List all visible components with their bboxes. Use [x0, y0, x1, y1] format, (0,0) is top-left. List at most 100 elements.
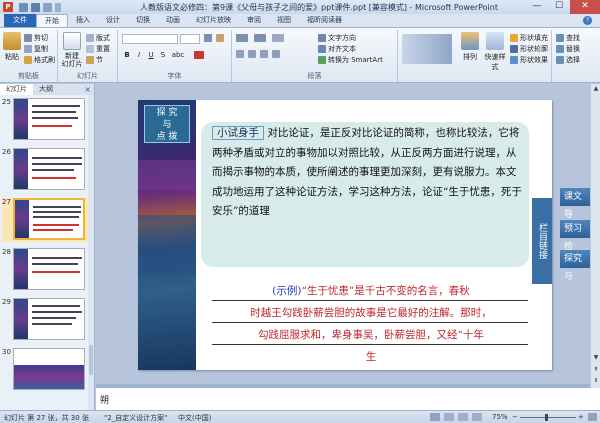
slide-thumbnail[interactable]: 28: [2, 248, 90, 292]
slideshow-icon[interactable]: [472, 413, 482, 421]
tab-design[interactable]: 设计: [98, 14, 128, 27]
align-center-button[interactable]: [248, 50, 256, 58]
scroll-up-icon[interactable]: ▲: [592, 85, 600, 93]
slide-thumbnail[interactable]: 30: [2, 348, 90, 392]
shape-effects-button[interactable]: 形状效果: [510, 55, 548, 65]
align-left-button[interactable]: [236, 50, 244, 58]
clear-format-button[interactable]: [216, 34, 224, 42]
reading-view-icon[interactable]: [458, 413, 468, 421]
replace-button[interactable]: 替换: [556, 44, 580, 54]
tab-transitions[interactable]: 切换: [128, 14, 158, 27]
bold-button[interactable]: B: [122, 50, 132, 60]
cut-button[interactable]: 剪切: [24, 33, 48, 43]
layout-button[interactable]: 版式: [86, 33, 110, 43]
quick-styles-button[interactable]: 快速样式: [482, 32, 508, 72]
reset-button[interactable]: 重置: [86, 44, 110, 54]
slide-thumbnail[interactable]: 29: [2, 298, 90, 342]
slide-sorter-icon[interactable]: [444, 413, 454, 421]
next-slide-icon[interactable]: ⇟: [592, 377, 600, 385]
align-text-button[interactable]: 对齐文本: [318, 44, 356, 54]
language-indicator[interactable]: 中文(中国): [178, 413, 211, 423]
shape-outline-button[interactable]: 形状轮廓: [510, 44, 548, 54]
powerpoint-app-icon[interactable]: P: [3, 2, 13, 12]
format-painter-button[interactable]: 格式刷: [24, 55, 55, 65]
justify-icon: [272, 50, 280, 58]
notes-pane[interactable]: 朔: [96, 388, 600, 410]
section-button[interactable]: 节: [86, 55, 103, 65]
tab-home[interactable]: 开始: [36, 14, 68, 27]
indent-button[interactable]: [272, 34, 284, 42]
tab-view[interactable]: 视图: [269, 14, 299, 27]
callout-preview-check[interactable]: 预习检: [560, 220, 590, 252]
close-button[interactable]: ✕: [570, 0, 600, 14]
justify-button[interactable]: [272, 50, 280, 58]
zoom-slider-handle[interactable]: [545, 414, 548, 421]
panel-close-button[interactable]: ×: [84, 84, 91, 95]
minimize-button[interactable]: —: [526, 0, 548, 14]
strikethrough-button[interactable]: S: [158, 50, 168, 60]
select-button[interactable]: 选择: [556, 55, 580, 65]
callout-explore[interactable]: 探究与: [560, 250, 590, 282]
tab-outline[interactable]: 大纲: [33, 84, 59, 95]
smartart-button[interactable]: 转换为 SmartArt: [318, 55, 383, 65]
slide-thumbnail[interactable]: 26: [2, 148, 90, 192]
save-icon[interactable]: [19, 2, 28, 12]
fit-to-window-icon[interactable]: [588, 413, 597, 421]
zoom-out-icon[interactable]: −: [512, 413, 518, 421]
example-text[interactable]: (示例)“生于忧患”是千古不变的名言，春秋 时越王勾践卧薪尝胆的故事是它最好的注…: [212, 280, 530, 368]
current-slide[interactable]: 探 究 与 点 拨 小试身手 对比论证，是正反对比论证的简称，也称比较法，它将两…: [138, 100, 552, 370]
zoom-level[interactable]: 75%: [492, 413, 508, 421]
shapes-icon: [402, 34, 452, 64]
copy-button[interactable]: 复制: [24, 44, 48, 54]
slide-thumbnail[interactable]: 25: [2, 98, 90, 142]
shape-fill-button[interactable]: 形状填充: [510, 33, 548, 43]
new-slide-button[interactable]: 新建 幻灯片: [60, 32, 84, 68]
title-bar: P 人教版语文必修四：第9课《父母与孩子之间的爱》ppt课件.ppt [兼容模式…: [0, 0, 600, 14]
group-paragraph: 文字方向 对齐文本 转换为 SmartArt 段落: [232, 30, 398, 82]
align-right-icon: [260, 50, 268, 58]
scroll-down-icon[interactable]: ▼: [592, 354, 600, 362]
tab-review[interactable]: 审阅: [239, 14, 269, 27]
slide-thumbnail-selected[interactable]: 27: [2, 198, 90, 242]
panel-scrollbar[interactable]: [88, 95, 94, 410]
zoom-slider[interactable]: [520, 417, 576, 418]
tab-insert[interactable]: 插入: [68, 14, 98, 27]
undo-icon[interactable]: [31, 2, 40, 12]
shadow-button[interactable]: abc: [170, 50, 186, 60]
align-right-button[interactable]: [260, 50, 268, 58]
font-color-button[interactable]: [194, 51, 204, 59]
underline-button[interactable]: U: [146, 50, 156, 60]
group-label-clipboard: 剪贴板: [18, 72, 39, 80]
underline-1: [212, 300, 528, 301]
arrange-button[interactable]: 排列: [460, 32, 480, 62]
tab-file[interactable]: 文件: [4, 14, 36, 27]
zoom-in-icon[interactable]: +: [578, 413, 584, 421]
font-name-box[interactable]: [122, 34, 178, 44]
maximize-button[interactable]: ☐: [548, 0, 570, 14]
tab-animations[interactable]: 动画: [158, 14, 188, 27]
main-scrollbar[interactable]: ▲ ▼ ⇞ ⇟: [590, 84, 600, 388]
normal-view-icon[interactable]: [430, 413, 440, 421]
numbering-button[interactable]: [254, 34, 266, 42]
help-icon[interactable]: ?: [583, 16, 592, 25]
panel-scroll-thumb[interactable]: [89, 345, 93, 375]
find-button[interactable]: 查找: [556, 33, 580, 43]
font-grow-button[interactable]: [204, 34, 212, 42]
body-text[interactable]: 小试身手 对比论证，是正反对比论证的简称，也称比较法，它将两种矛盾或对立的事物加…: [212, 124, 522, 222]
tab-slideshow[interactable]: 幻灯片放映: [188, 14, 239, 27]
tab-slides[interactable]: 幻灯片: [0, 84, 33, 95]
prev-slide-icon[interactable]: ⇞: [592, 366, 600, 374]
section-link-tab[interactable]: 栏目链接: [532, 198, 552, 284]
italic-button[interactable]: I: [134, 50, 144, 60]
tab-foxit[interactable]: 福昕阅读器: [299, 14, 350, 27]
callout-text-guide[interactable]: 课文导: [560, 188, 590, 220]
redo-icon[interactable]: [43, 2, 52, 12]
section-icon: [86, 56, 94, 64]
font-size-box[interactable]: [180, 34, 200, 44]
customize-qat-icon[interactable]: [55, 2, 61, 12]
paste-button[interactable]: 粘贴: [2, 32, 22, 62]
text-direction-button[interactable]: 文字方向: [318, 33, 356, 43]
shapes-gallery[interactable]: [402, 34, 452, 64]
quick-styles-icon: [486, 32, 504, 50]
bullets-button[interactable]: [236, 34, 248, 42]
